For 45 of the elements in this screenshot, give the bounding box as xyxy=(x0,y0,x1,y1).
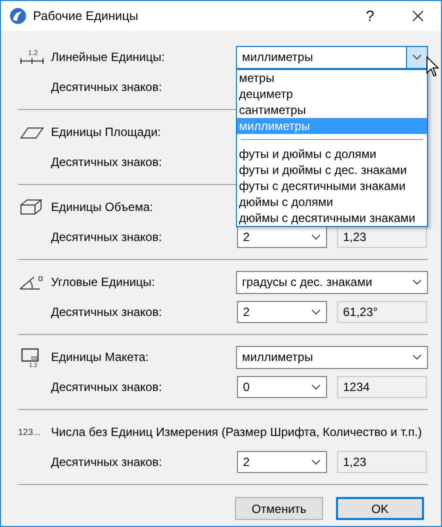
decimals-dropdown[interactable]: 0 xyxy=(237,376,327,398)
app-logo-icon xyxy=(9,7,27,25)
decimals-dropdown[interactable]: 2 xyxy=(237,301,327,323)
decimals-label: Десятичных знаков: xyxy=(51,155,163,169)
decimals-label: Десятичных знаков: xyxy=(51,230,163,244)
unit-label: Единицы Объема: xyxy=(51,200,154,214)
unit-label: Единицы Площади: xyxy=(51,125,162,139)
decimals-label: Десятичных знаков: xyxy=(51,455,163,469)
unit-dropdown[interactable]: градусы с дес. знаками xyxy=(236,270,428,294)
chevron-down-icon xyxy=(412,279,422,285)
preview-field: 1234 xyxy=(337,376,427,398)
help-button[interactable]: ? xyxy=(356,1,384,31)
unit-label: Числа без Единиц Измерения (Размер Шрифта, Количество и т.п.) xyxy=(51,425,422,439)
chevron-down-icon xyxy=(412,54,422,60)
unit-dropdown[interactable]: миллиметры xyxy=(236,346,428,368)
preview-field: 1,23 xyxy=(337,451,427,473)
unit-label: Угловые Единицы: xyxy=(51,275,156,289)
chevron-down-icon xyxy=(311,459,321,465)
unit-dropdown[interactable]: миллиметры xyxy=(236,46,428,68)
dropdown-option[interactable]: метры xyxy=(237,70,427,86)
ok-button[interactable]: OK xyxy=(336,497,424,520)
cancel-button[interactable]: Отменить xyxy=(235,497,323,520)
unit-label: Линейные Единицы: xyxy=(51,50,166,64)
decimals-dropdown[interactable]: 2 xyxy=(237,451,327,473)
decimals-label: Десятичных знаков: xyxy=(51,80,163,94)
decimals-label: Десятичных знаков: xyxy=(51,380,163,394)
chevron-down-icon xyxy=(311,309,321,315)
chevron-down-icon xyxy=(412,354,422,360)
dropdown-option[interactable]: дюймы с десятичными знаками xyxy=(237,210,427,226)
window-title: Рабочие Единицы xyxy=(33,9,138,23)
dropdown-option[interactable]: сантиметры xyxy=(237,102,427,118)
decimals-dropdown[interactable]: 2 xyxy=(237,226,327,248)
chevron-down-icon xyxy=(311,234,321,240)
dropdown-option[interactable]: дюймы с долями xyxy=(237,194,427,210)
unit-label: Единицы Макета: xyxy=(51,350,150,364)
close-icon xyxy=(412,10,424,22)
chevron-down-icon xyxy=(311,384,321,390)
dropdown-option[interactable]: футы и дюймы с долями xyxy=(237,146,427,162)
number-format-label: 123... xyxy=(18,427,41,437)
dropdown-option[interactable]: дециметр xyxy=(237,86,427,102)
decimals-label: Десятичных знаков: xyxy=(51,305,163,319)
preview-field: 1,23 xyxy=(337,226,427,248)
dropdown-option[interactable]: футы с десятичными знаками xyxy=(237,178,427,194)
preview-field: 61,23° xyxy=(337,301,427,323)
dropdown-option[interactable]: футы и дюймы с дес. знаками xyxy=(237,162,427,178)
